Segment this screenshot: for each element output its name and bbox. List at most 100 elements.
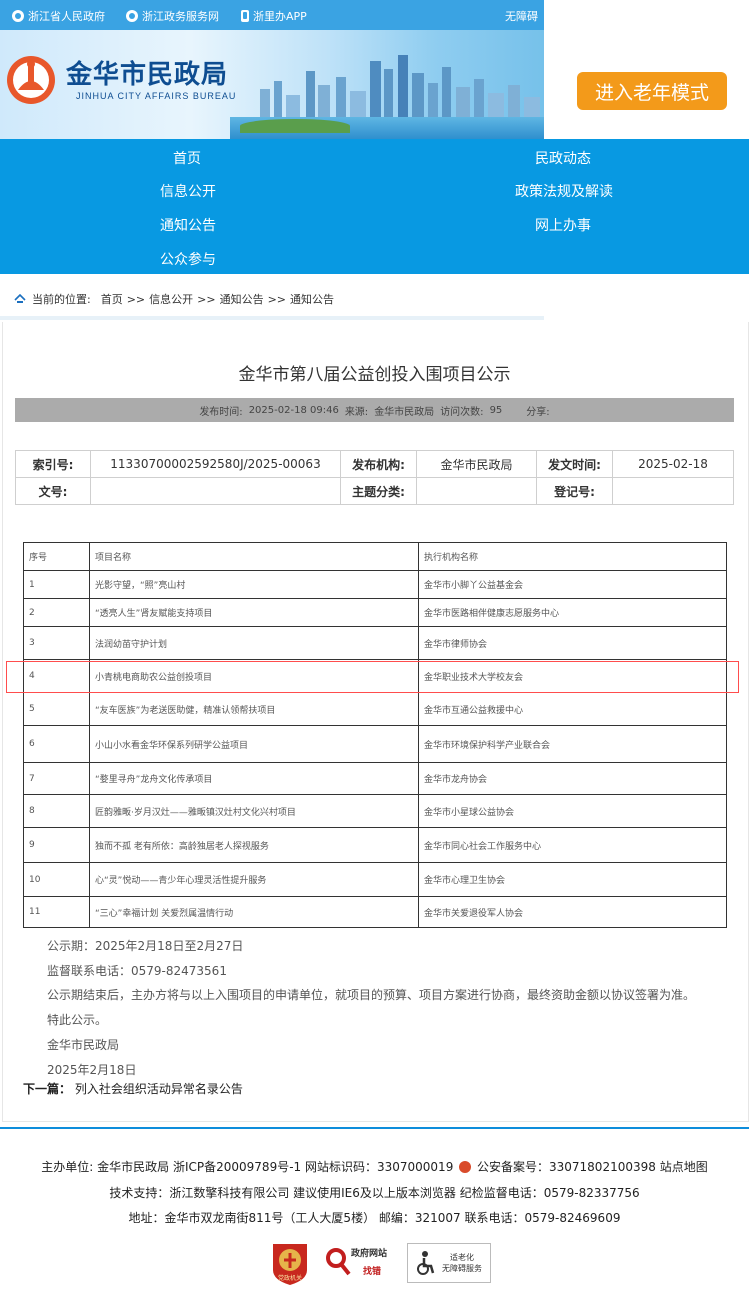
docno-label: 文号:	[15, 477, 91, 505]
project-name: “三心”幸福计划 关爱烈属温情行动	[89, 896, 419, 928]
table-row: 11 “三心”幸福计划 关爱烈属温情行动 金华市关爱退役军人协会	[23, 896, 727, 928]
breadcrumb-notices-current[interactable]: 通知公告	[290, 291, 334, 307]
info-row: 文号: 主题分类: 登记号:	[15, 477, 734, 505]
report-error-label-1: 政府网站	[351, 1249, 388, 1259]
publish-time: 2025-02-18 09:46	[248, 404, 339, 416]
row-number: 9	[23, 827, 90, 863]
breadcrumb: 当前的位置: 首页 >> 信息公开 >> 通知公告 >> 通知公告	[0, 284, 544, 314]
source: 金华市民政局	[374, 406, 435, 418]
civil-affairs-logo-icon	[7, 56, 55, 104]
column-header: 执行机构名称	[418, 542, 727, 571]
row-number: 6	[23, 725, 90, 763]
top-link-service[interactable]: 浙江政务服务网	[126, 8, 219, 24]
project-name: 心“灵”悦动——青少年心理灵活性提升服务	[89, 862, 419, 897]
footer-host-info: 主办单位: 金华市民政局 浙ICP备20009789号-1 网站标识码：3307…	[41, 1160, 454, 1174]
row-number: 5	[23, 692, 90, 726]
police-badge-icon	[459, 1161, 472, 1173]
report-error-badge[interactable]: 政府网站 找错	[325, 1244, 401, 1280]
project-name: 光影守望，“照”亮山村	[89, 570, 419, 599]
footer-line-1: 主办单位: 金华市民政局 浙ICP备20009789号-1 网站标识码：3307…	[0, 1155, 749, 1181]
visits-label: 访问次数:	[440, 406, 484, 418]
share-label[interactable]: 分享:	[526, 403, 549, 418]
index-label: 索引号:	[15, 450, 91, 478]
executing-org: 金华市同心社会工作服务中心	[418, 827, 727, 863]
signature-org: 金华市民政局	[47, 1037, 120, 1052]
report-error-label-2: 找错	[363, 1267, 382, 1277]
nav-item-participation[interactable]: 公众参与	[160, 249, 216, 269]
row-number: 4	[23, 659, 90, 693]
wheelchair-icon	[417, 1251, 435, 1275]
elderly-accessibility-badge[interactable]: 适老化 无障碍服务	[407, 1243, 491, 1283]
city-skyline-image	[260, 55, 540, 121]
elder-mode-button[interactable]: 进入老年模式	[577, 72, 727, 110]
footer-police-record[interactable]: 公安备案号：33071802100398 站点地图	[477, 1160, 708, 1174]
breadcrumb-sep: >>	[267, 292, 287, 306]
accessibility-badge-line-1: 适老化	[450, 1253, 474, 1262]
reg-value	[612, 477, 734, 505]
project-name: 独而不孤 老有所依：高龄独居老人探视服务	[89, 827, 419, 863]
date-value: 2025-02-18	[612, 450, 734, 478]
project-name: 法润幼苗守护计划	[89, 626, 419, 660]
top-link-province[interactable]: 浙江省人民政府	[12, 8, 105, 24]
top-link-app[interactable]: 浙里办APP	[241, 8, 307, 24]
project-name: 小青桃电商助农公益创投项目	[89, 659, 419, 693]
top-link-app-label[interactable]: 浙里办APP	[253, 8, 307, 24]
org-value: 金华市民政局	[416, 450, 537, 478]
breadcrumb-sep: >>	[197, 292, 216, 306]
notice-body: 公示期结束后，主办方将与以上入围项目的申请单位，就项目的预算、项目方案进行协商，…	[47, 988, 696, 1003]
column-header: 序号	[23, 542, 90, 571]
executing-org: 金华市龙舟协会	[418, 762, 727, 795]
table-row: 4 小青桃电商助农公益创投项目 金华职业技术大学校友会	[23, 659, 727, 693]
next-article-link[interactable]: 列入社会组织活动异常名录公告	[75, 1082, 243, 1096]
footer-line-3: 地址：金华市双龙南街811号（工人大厦5楼） 邮编：321007 联系电话：05…	[128, 1211, 621, 1225]
nav-item-online-service[interactable]: 网上办事	[535, 215, 591, 235]
executing-org: 金华市关爱退役军人协会	[418, 896, 727, 928]
column-header: 项目名称	[89, 542, 419, 571]
topic-label: 主题分类:	[340, 477, 417, 505]
article-notes: 公示期：2025年2月18日至2月27日 监督联系电话：0579-8247356…	[47, 934, 695, 1082]
table-row: 6 小山小水看金华环保系列研学公益项目 金华市环境保护科学产业联合会	[23, 725, 727, 763]
signature-date: 2025年2月18日	[47, 1062, 137, 1077]
service-icon	[126, 10, 138, 22]
breadcrumb-home[interactable]: 首页	[101, 291, 123, 307]
next-article: 下一篇： 列入社会组织活动异常名录公告	[23, 1080, 243, 1097]
nav-item-home[interactable]: 首页	[173, 148, 201, 168]
reg-label: 登记号:	[536, 477, 613, 505]
island-image	[240, 119, 350, 133]
row-number: 8	[23, 794, 90, 828]
nav-item-policy[interactable]: 政策法规及解读	[515, 181, 613, 201]
row-number: 1	[23, 570, 90, 599]
executing-org: 金华市互通公益救援中心	[418, 692, 727, 726]
executing-org: 金华职业技术大学校友会	[418, 659, 727, 693]
row-number: 2	[23, 598, 90, 627]
project-name: 匠韵雅畈·岁月汉灶——雅畈镇汉灶村文化兴村项目	[89, 794, 419, 828]
date-label: 发文时间:	[536, 450, 613, 478]
nav-item-notices[interactable]: 通知公告	[160, 215, 216, 235]
notice-closing: 特此公示。	[47, 1013, 108, 1028]
accessibility-link[interactable]: 无障碍	[505, 8, 538, 24]
party-gov-badge-icon[interactable]: 党政机关	[269, 1240, 311, 1286]
breadcrumb-info-public[interactable]: 信息公开	[149, 291, 193, 307]
site-title[interactable]: 金华市民政局	[66, 54, 228, 91]
nav-item-info-public[interactable]: 信息公开	[160, 181, 216, 201]
globe-icon	[12, 10, 24, 22]
breadcrumb-notices[interactable]: 通知公告	[220, 291, 264, 307]
docno-value	[90, 477, 341, 505]
table-row: 1 光影守望，“照”亮山村 金华市小脚丫公益基金会	[23, 570, 727, 599]
executing-org: 金华市心理卫生协会	[418, 862, 727, 897]
executing-org: 金华市环境保护科学产业联合会	[418, 725, 727, 763]
executing-org: 金华市医路相伴健康志愿服务中心	[418, 598, 727, 627]
project-table: 序号 项目名称 执行机构名称 1 光影守望，“照”亮山村 金华市小脚丫公益基金会…	[23, 542, 727, 928]
top-link-province-label[interactable]: 浙江省人民政府	[28, 8, 105, 24]
row-number: 3	[23, 626, 90, 660]
project-name: “婺里寻舟”龙舟文化传承项目	[89, 762, 419, 795]
info-table: 索引号: 11330700002592580J/2025-00063 发布机构:…	[15, 450, 734, 505]
top-link-service-label[interactable]: 浙江政务服务网	[142, 8, 219, 24]
article-title: 金华市第八届公益创投入围项目公示	[238, 365, 511, 385]
breadcrumb-divider	[0, 316, 544, 320]
table-row: 10 心“灵”悦动——青少年心理灵活性提升服务 金华市心理卫生协会	[23, 862, 727, 897]
nav-item-news[interactable]: 民政动态	[535, 148, 591, 168]
org-label: 发布机构:	[340, 450, 417, 478]
row-number: 7	[23, 762, 90, 795]
supervision-phone: 监督联系电话：0579-82473561	[47, 963, 227, 978]
